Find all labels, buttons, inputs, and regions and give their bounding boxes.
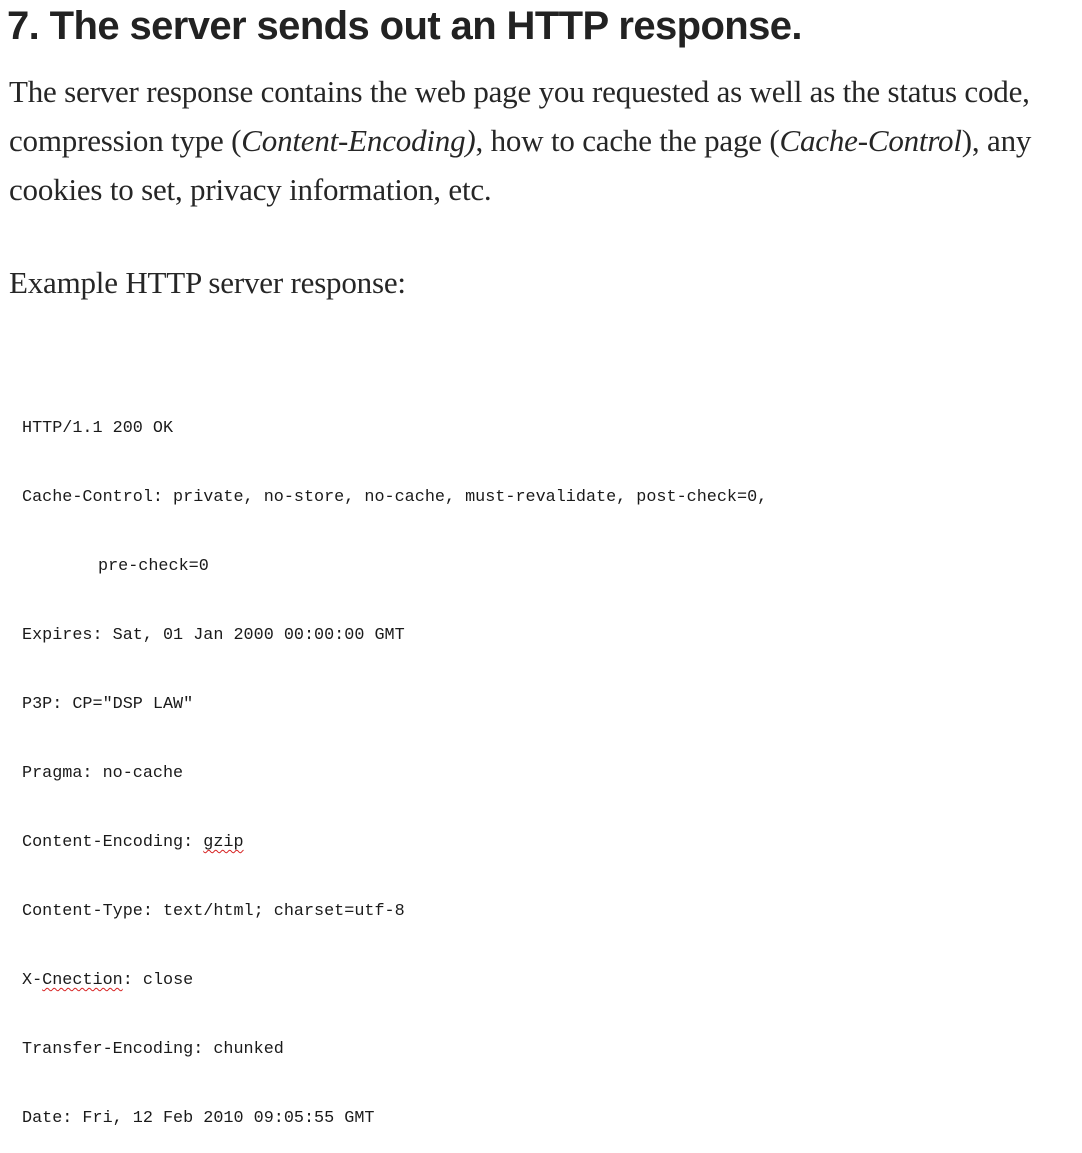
code-line-p3p: P3P: CP="DSP LAW" — [22, 695, 194, 714]
content-encoding-value-misspelled: gzip — [203, 833, 244, 852]
code-line-expires: Expires: Sat, 01 Jan 2000 00:00:00 GMT — [22, 626, 405, 645]
code-line-status: HTTP/1.1 200 OK — [22, 419, 174, 438]
content-encoding-key: Content-Encoding: — [22, 833, 204, 852]
body-paragraph: The server response contains the web pag… — [9, 67, 1074, 214]
code-line-content-encoding: Content-Encoding: gzip — [22, 831, 767, 854]
paragraph-text-2: , how to cache the page ( — [475, 123, 780, 158]
x-connection-key-misspelled: Cnection — [42, 971, 123, 990]
code-line-x-connection: X-Cnection: close — [22, 969, 767, 992]
code-line-transfer-encoding: Transfer-Encoding: chunked — [22, 1040, 284, 1059]
code-line-pragma: Pragma: no-cache — [22, 764, 184, 783]
x-prefix: X- — [22, 971, 43, 990]
code-line-content-type: Content-Type: text/html; charset=utf-8 — [22, 902, 405, 921]
x-connection-value: : close — [122, 971, 194, 990]
paragraph-emphasis-cache-control: Cache-Control — [779, 123, 962, 158]
http-response-code-block: HTTP/1.1 200 OK Cache-Control: private, … — [22, 371, 767, 1153]
section-heading: 7. The server sends out an HTTP response… — [7, 4, 803, 48]
paragraph-emphasis-content-encoding: Content-Encoding) — [241, 123, 476, 158]
code-line-cache-control-continued: pre-check=0 — [98, 557, 209, 576]
code-line-cache-control: Cache-Control: private, no-store, no-cac… — [22, 488, 768, 507]
code-line-date: Date: Fri, 12 Feb 2010 09:05:55 GMT — [22, 1109, 375, 1128]
example-caption: Example HTTP server response: — [9, 265, 406, 300]
